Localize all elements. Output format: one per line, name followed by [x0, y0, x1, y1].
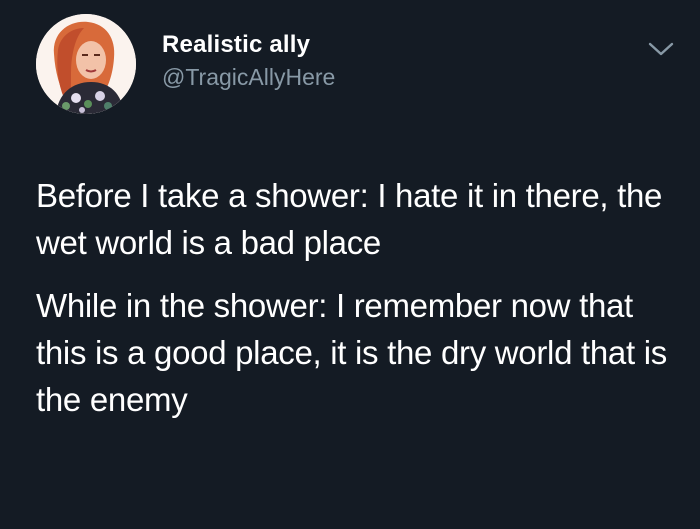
tweet-paragraph-2: While in the shower: I remember now that… [36, 287, 667, 418]
author-handle[interactable]: @TragicAllyHere [162, 62, 335, 92]
tweet-text: Before I take a shower: I hate it in the… [36, 172, 676, 423]
author-names: Realistic ally @TragicAllyHere [162, 30, 335, 92]
tweet-card: Realistic ally @TragicAllyHere Before I … [0, 0, 700, 529]
avatar[interactable] [36, 14, 136, 114]
chevron-down-icon[interactable] [646, 38, 676, 60]
avatar-image [36, 14, 136, 114]
tweet-header: Realistic ally @TragicAllyHere [36, 14, 676, 114]
author-display-name[interactable]: Realistic ally [162, 30, 335, 60]
tweet-paragraph-1: Before I take a shower: I hate it in the… [36, 177, 663, 261]
